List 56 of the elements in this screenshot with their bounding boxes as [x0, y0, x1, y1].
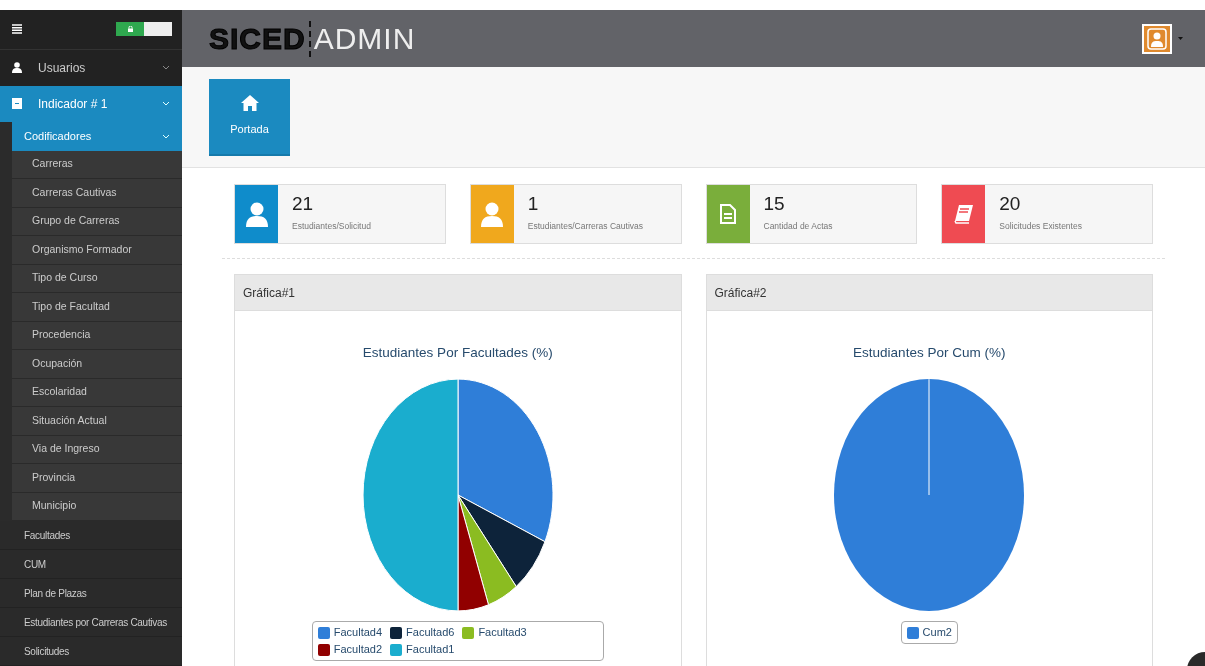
lock-toggle[interactable]: [116, 22, 172, 37]
avatar-icon[interactable]: [1142, 23, 1172, 54]
legend-item[interactable]: Facultad1: [390, 641, 455, 659]
home-icon: [240, 95, 259, 112]
user-icon: [12, 62, 22, 73]
stat-value: 15: [763, 193, 786, 215]
logo-text: ADMIN: [313, 23, 416, 54]
sidebar-subitem[interactable]: Organismo Formador: [12, 236, 182, 265]
stat-label: Estudiantes/Solicitud: [292, 220, 371, 233]
legend-item[interactable]: Facultad4: [317, 624, 383, 642]
sidebar-subitem[interactable]: Tipo de Curso: [12, 264, 182, 293]
sidebar-subitem[interactable]: Tipo de Facultad: [12, 293, 182, 322]
home-shortcut[interactable]: Portada: [209, 79, 290, 156]
user-icon: [245, 201, 268, 227]
legend-item[interactable]: Facultad2: [317, 641, 383, 659]
legend-item[interactable]: Facultad6: [390, 624, 455, 642]
sidebar-subitem[interactable]: Procedencia: [12, 321, 182, 350]
sidebar-subitem[interactable]: Escolaridad: [12, 378, 182, 407]
sidebar-item[interactable]: CUM: [0, 550, 182, 579]
caret-icon[interactable]: [1178, 37, 1183, 40]
legend-item[interactable]: Cum2: [906, 624, 952, 642]
stat-value: 20: [999, 193, 1022, 215]
lock-icon: [127, 26, 133, 33]
chevron-icon: [162, 133, 170, 139]
user-icon: [481, 201, 504, 227]
sidebar-subitem[interactable]: Carreras Cautivas: [12, 179, 182, 208]
chevron-icon: [162, 65, 170, 70]
logo-text: SICED: [209, 23, 306, 54]
sidebar-subitem[interactable]: Situación Actual: [12, 407, 182, 436]
sidebar-item[interactable]: Indicador # 1: [0, 85, 182, 122]
chart-title: Estudiantes Por Facultades (%): [362, 344, 553, 362]
sidebar-item[interactable]: Plan de Plazas: [0, 579, 182, 608]
sidebar-item[interactable]: Facultades: [0, 521, 182, 550]
sidebar-item[interactable]: Estudiantes por Carreras Cautivas: [0, 608, 182, 637]
stat-label: Estudiantes/Carreras Cautivas: [527, 220, 644, 233]
panel-title: Gráfica#1: [243, 284, 296, 302]
sidebar-item[interactable]: Solicitudes: [0, 637, 182, 666]
archive-icon: [12, 98, 22, 109]
chart-title: Estudiantes Por Cum (%): [853, 344, 1006, 362]
stat-label: Solicitudes Existentes: [999, 220, 1082, 233]
sidebar-item[interactable]: Codificadores: [12, 121, 182, 151]
stat-label: Cantidad de Actas: [763, 220, 833, 233]
stat-value: 1: [527, 193, 540, 215]
panel-title: Gráfica#2: [714, 284, 767, 302]
sidebar-subitem[interactable]: Carreras: [12, 150, 182, 179]
sidebar-subitem[interactable]: Grupo de Carreras: [12, 207, 182, 236]
sidebar-subitem[interactable]: Ocupación: [12, 350, 182, 379]
legend-item[interactable]: Facultad3: [462, 624, 527, 642]
sidebar-subitem[interactable]: Provincia: [12, 464, 182, 493]
chevron-icon: [162, 101, 170, 106]
book-icon: [953, 204, 974, 224]
sidebar-subitem[interactable]: Via de Ingreso: [12, 435, 182, 464]
menu-icon[interactable]: [12, 24, 22, 35]
document-icon: [720, 204, 736, 224]
stat-value: 21: [292, 193, 315, 215]
sidebar-subitem[interactable]: Municipio: [12, 492, 182, 521]
